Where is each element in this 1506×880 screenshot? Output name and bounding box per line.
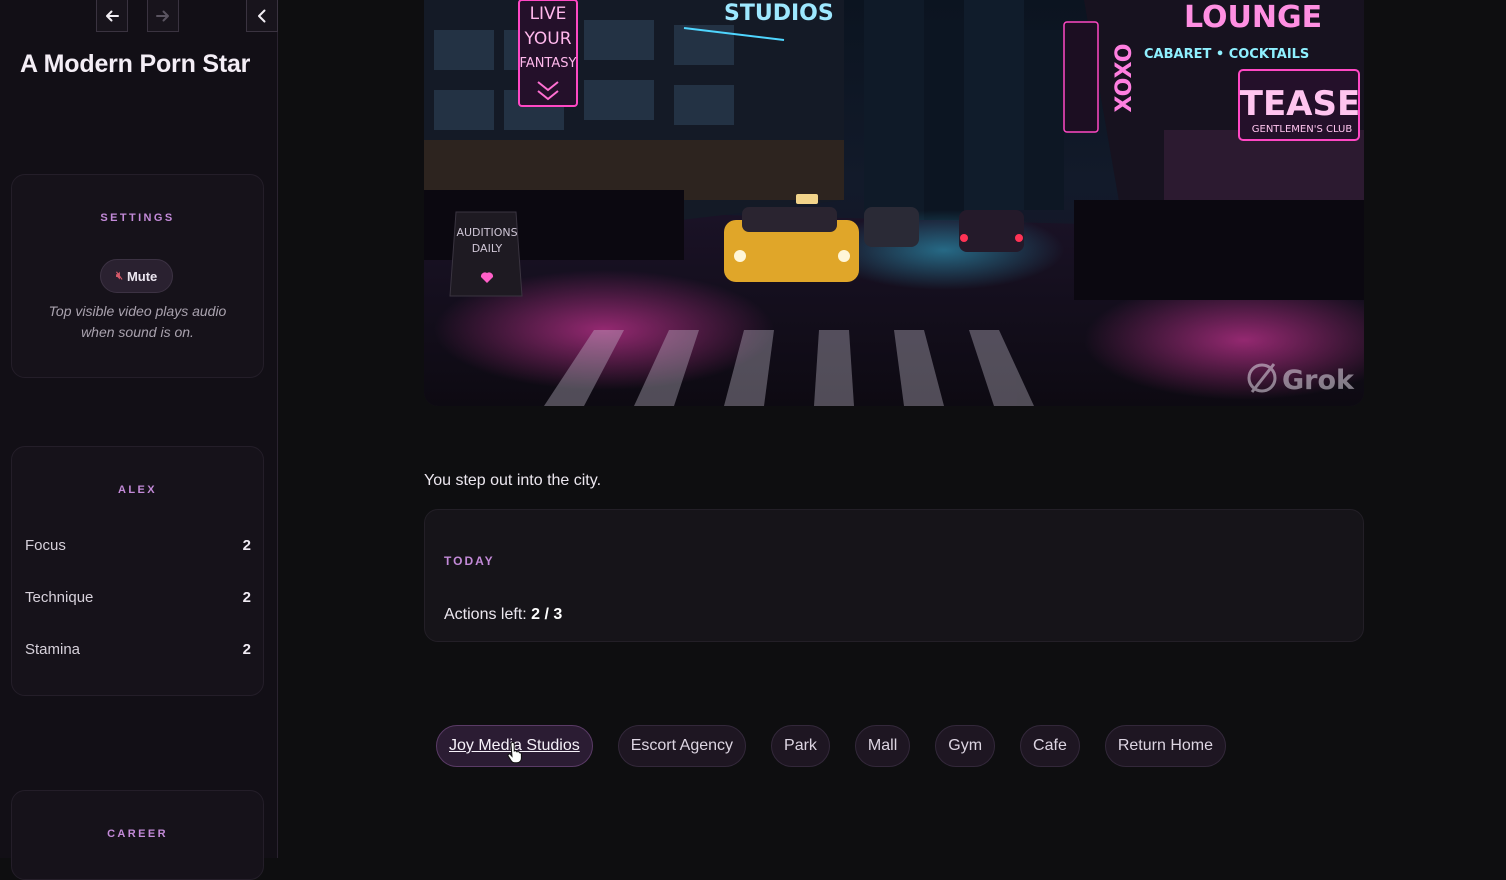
- stat-row-technique: Technique 2: [25, 587, 251, 607]
- actions-value: 2 / 3: [531, 606, 563, 623]
- svg-text:GENTLEMEN'S CLUB: GENTLEMEN'S CLUB: [1252, 124, 1353, 135]
- svg-text:DAILY: DAILY: [472, 242, 503, 255]
- stat-row-stamina: Stamina 2: [25, 639, 251, 659]
- back-button[interactable]: [96, 0, 128, 32]
- collapse-sidebar-button[interactable]: [246, 0, 278, 32]
- character-title: ALEX: [118, 484, 157, 496]
- settings-title: SETTINGS: [100, 212, 175, 224]
- story-title: A Modern Porn Star: [20, 50, 251, 78]
- hand-cursor-icon: [507, 742, 522, 764]
- city-scene: LIVE YOUR FANTASY STUDIOS XOXO LOUNGE CA…: [424, 0, 1364, 406]
- stat-value: 2: [242, 588, 251, 606]
- choice-return-home[interactable]: Return Home: [1104, 725, 1226, 767]
- today-title: TODAY: [444, 554, 495, 568]
- settings-help-text: Top visible video plays audio when sound…: [48, 303, 227, 340]
- svg-text:CABARET • COCKTAILS: CABARET • COCKTAILS: [1144, 47, 1309, 62]
- svg-text:STUDIOS: STUDIOS: [724, 1, 834, 26]
- audition-board: AUDITIONS DAILY: [449, 211, 523, 297]
- arrow-left-icon: [106, 10, 119, 21]
- choice-mall[interactable]: Mall: [854, 725, 911, 767]
- career-card: CAREER: [11, 790, 264, 880]
- mute-button[interactable]: 🔇︎ Mute: [100, 259, 174, 293]
- svg-text:AUDITIONS: AUDITIONS: [456, 226, 517, 239]
- chevron-left-icon: [258, 9, 266, 22]
- neon-sign-live-your-fantasy: LIVE YOUR FANTASY: [518, 0, 578, 107]
- actions-left: Actions left: 2 / 3: [444, 606, 562, 624]
- svg-text:LOUNGE: LOUNGE: [1184, 0, 1322, 35]
- stat-row-focus: Focus 2: [25, 535, 251, 555]
- choice-park[interactable]: Park: [771, 725, 830, 767]
- svg-text:XOXO: XOXO: [1112, 44, 1137, 113]
- career-title: CAREER: [107, 828, 168, 840]
- speaker-muted-icon: 🔇︎: [116, 269, 123, 282]
- forward-button[interactable]: [147, 0, 179, 32]
- narration-text: You step out into the city.: [424, 472, 602, 489]
- character-card: ALEX Focus 2 Technique 2 Stamina 2: [11, 446, 264, 696]
- choice-gym[interactable]: Gym: [935, 725, 996, 767]
- svg-text:FANTASY: FANTASY: [520, 56, 577, 71]
- choice-escort-agency[interactable]: Escort Agency: [617, 725, 747, 767]
- city-night-image: LIVE YOUR FANTASY STUDIOS XOXO LOUNGE CA…: [424, 0, 1364, 406]
- stat-value: 2: [242, 640, 251, 658]
- mute-label: Mute: [126, 268, 158, 284]
- settings-card: SETTINGS 🔇︎ Mute Top visible video plays…: [11, 174, 264, 378]
- stat-label: Stamina: [25, 640, 81, 658]
- actions-label: Actions left:: [444, 606, 527, 623]
- today-panel: TODAY Actions left: 2 / 3: [424, 509, 1364, 642]
- stat-label: Technique: [25, 588, 94, 606]
- svg-text:YOUR: YOUR: [523, 29, 571, 49]
- choice-cafe[interactable]: Cafe: [1020, 725, 1080, 767]
- svg-text:LIVE: LIVE: [530, 4, 567, 24]
- choice-list: Joy Media Studios Escort Agency Park Mal…: [436, 725, 1226, 767]
- stat-label: Focus: [25, 536, 66, 554]
- sidebar: A Modern Porn Star SETTINGS 🔇︎ Mute Top …: [0, 0, 278, 880]
- neon-sign-tease: TEASE GENTLEMEN'S CLUB: [1238, 69, 1360, 141]
- svg-text:TEASE: TEASE: [1240, 84, 1360, 124]
- arrow-right-icon: [156, 10, 169, 21]
- stat-value: 2: [242, 536, 251, 554]
- svg-text:Grok: Grok: [1282, 365, 1355, 396]
